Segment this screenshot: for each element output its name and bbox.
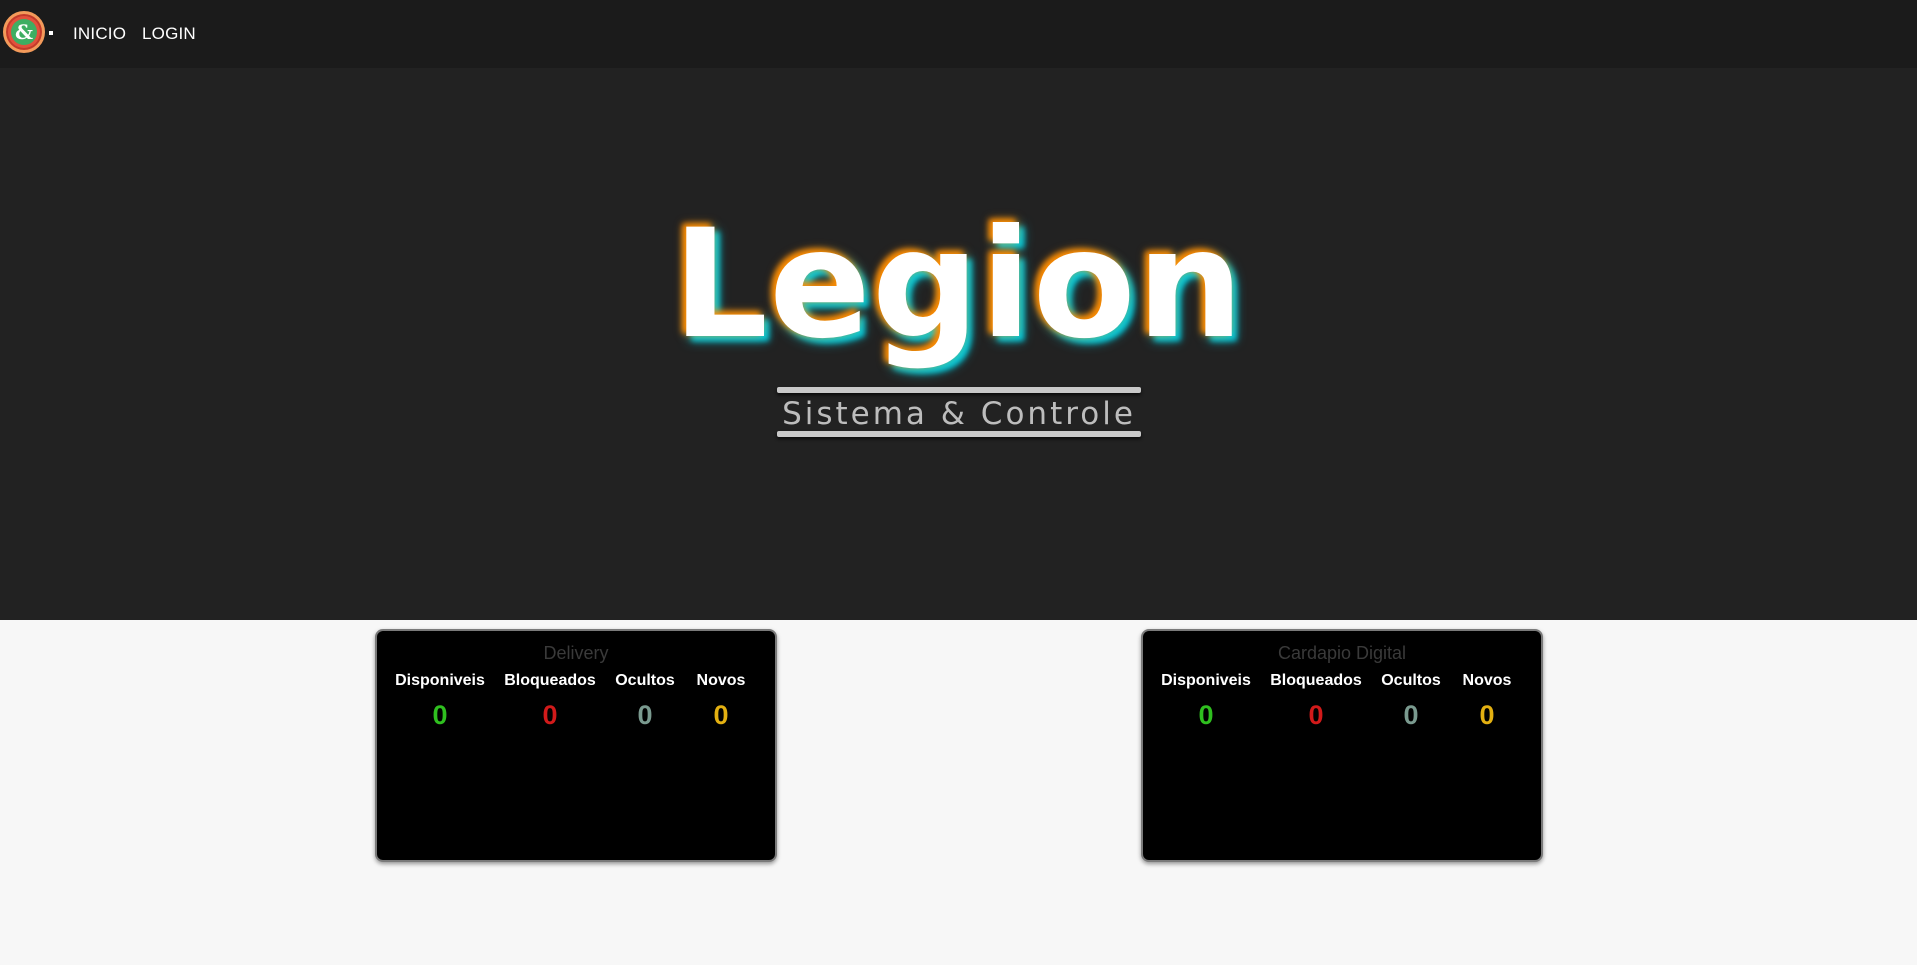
stat-value: 0 <box>1403 700 1419 730</box>
stat-value: 0 <box>432 700 448 730</box>
hero-divider-top <box>777 387 1141 393</box>
nav-dot <box>49 31 53 35</box>
stat-novos: Novos 0 <box>1457 672 1517 730</box>
nav-link-login[interactable]: LOGIN <box>142 24 196 44</box>
stat-label: Disponiveis <box>1161 672 1251 689</box>
cardapio-digital-card[interactable]: Cardapio Digital Disponiveis 0 Bloqueado… <box>1141 629 1543 862</box>
stat-label: Ocultos <box>615 672 675 689</box>
hero-banner: Legion Sistema & Controle <box>0 68 1917 620</box>
stat-ocultos: Ocultos 0 <box>613 672 677 730</box>
navbar: & INICIO LOGIN <box>0 0 1917 68</box>
logo-glyph: & <box>11 19 37 45</box>
stat-label: Novos <box>696 672 746 689</box>
card-title: Delivery <box>543 643 609 663</box>
logo-icon[interactable]: & <box>3 11 45 53</box>
hero-title: Legion <box>672 198 1245 372</box>
stat-value: 0 <box>542 700 558 730</box>
delivery-card[interactable]: Delivery Disponiveis 0 Bloqueados 0 Ocul… <box>375 629 777 862</box>
stat-value: 0 <box>1479 700 1495 730</box>
stat-value: 0 <box>1308 700 1324 730</box>
stat-label: Disponiveis <box>395 672 485 689</box>
stat-label: Novos <box>1462 672 1512 689</box>
stat-ocultos: Ocultos 0 <box>1379 672 1443 730</box>
stat-bloqueados: Bloqueados 0 <box>1268 672 1364 730</box>
hero-subtitle-block: Sistema & Controle <box>777 387 1141 439</box>
stat-bloqueados: Bloqueados 0 <box>502 672 598 730</box>
stat-novos: Novos 0 <box>691 672 751 730</box>
stat-disponiveis: Disponiveis 0 <box>1161 672 1251 730</box>
card-title: Cardapio Digital <box>1277 643 1407 663</box>
stat-label: Bloqueados <box>1270 672 1362 689</box>
stat-value: 0 <box>1198 700 1214 730</box>
stat-value: 0 <box>713 700 729 730</box>
stat-label: Bloqueados <box>504 672 596 689</box>
stat-disponiveis: Disponiveis 0 <box>395 672 485 730</box>
hero-subtitle: Sistema & Controle <box>782 396 1136 432</box>
nav-link-inicio[interactable]: INICIO <box>73 24 126 44</box>
stat-label: Ocultos <box>1381 672 1441 689</box>
hero-divider-bottom <box>777 431 1141 437</box>
stat-value: 0 <box>637 700 653 730</box>
